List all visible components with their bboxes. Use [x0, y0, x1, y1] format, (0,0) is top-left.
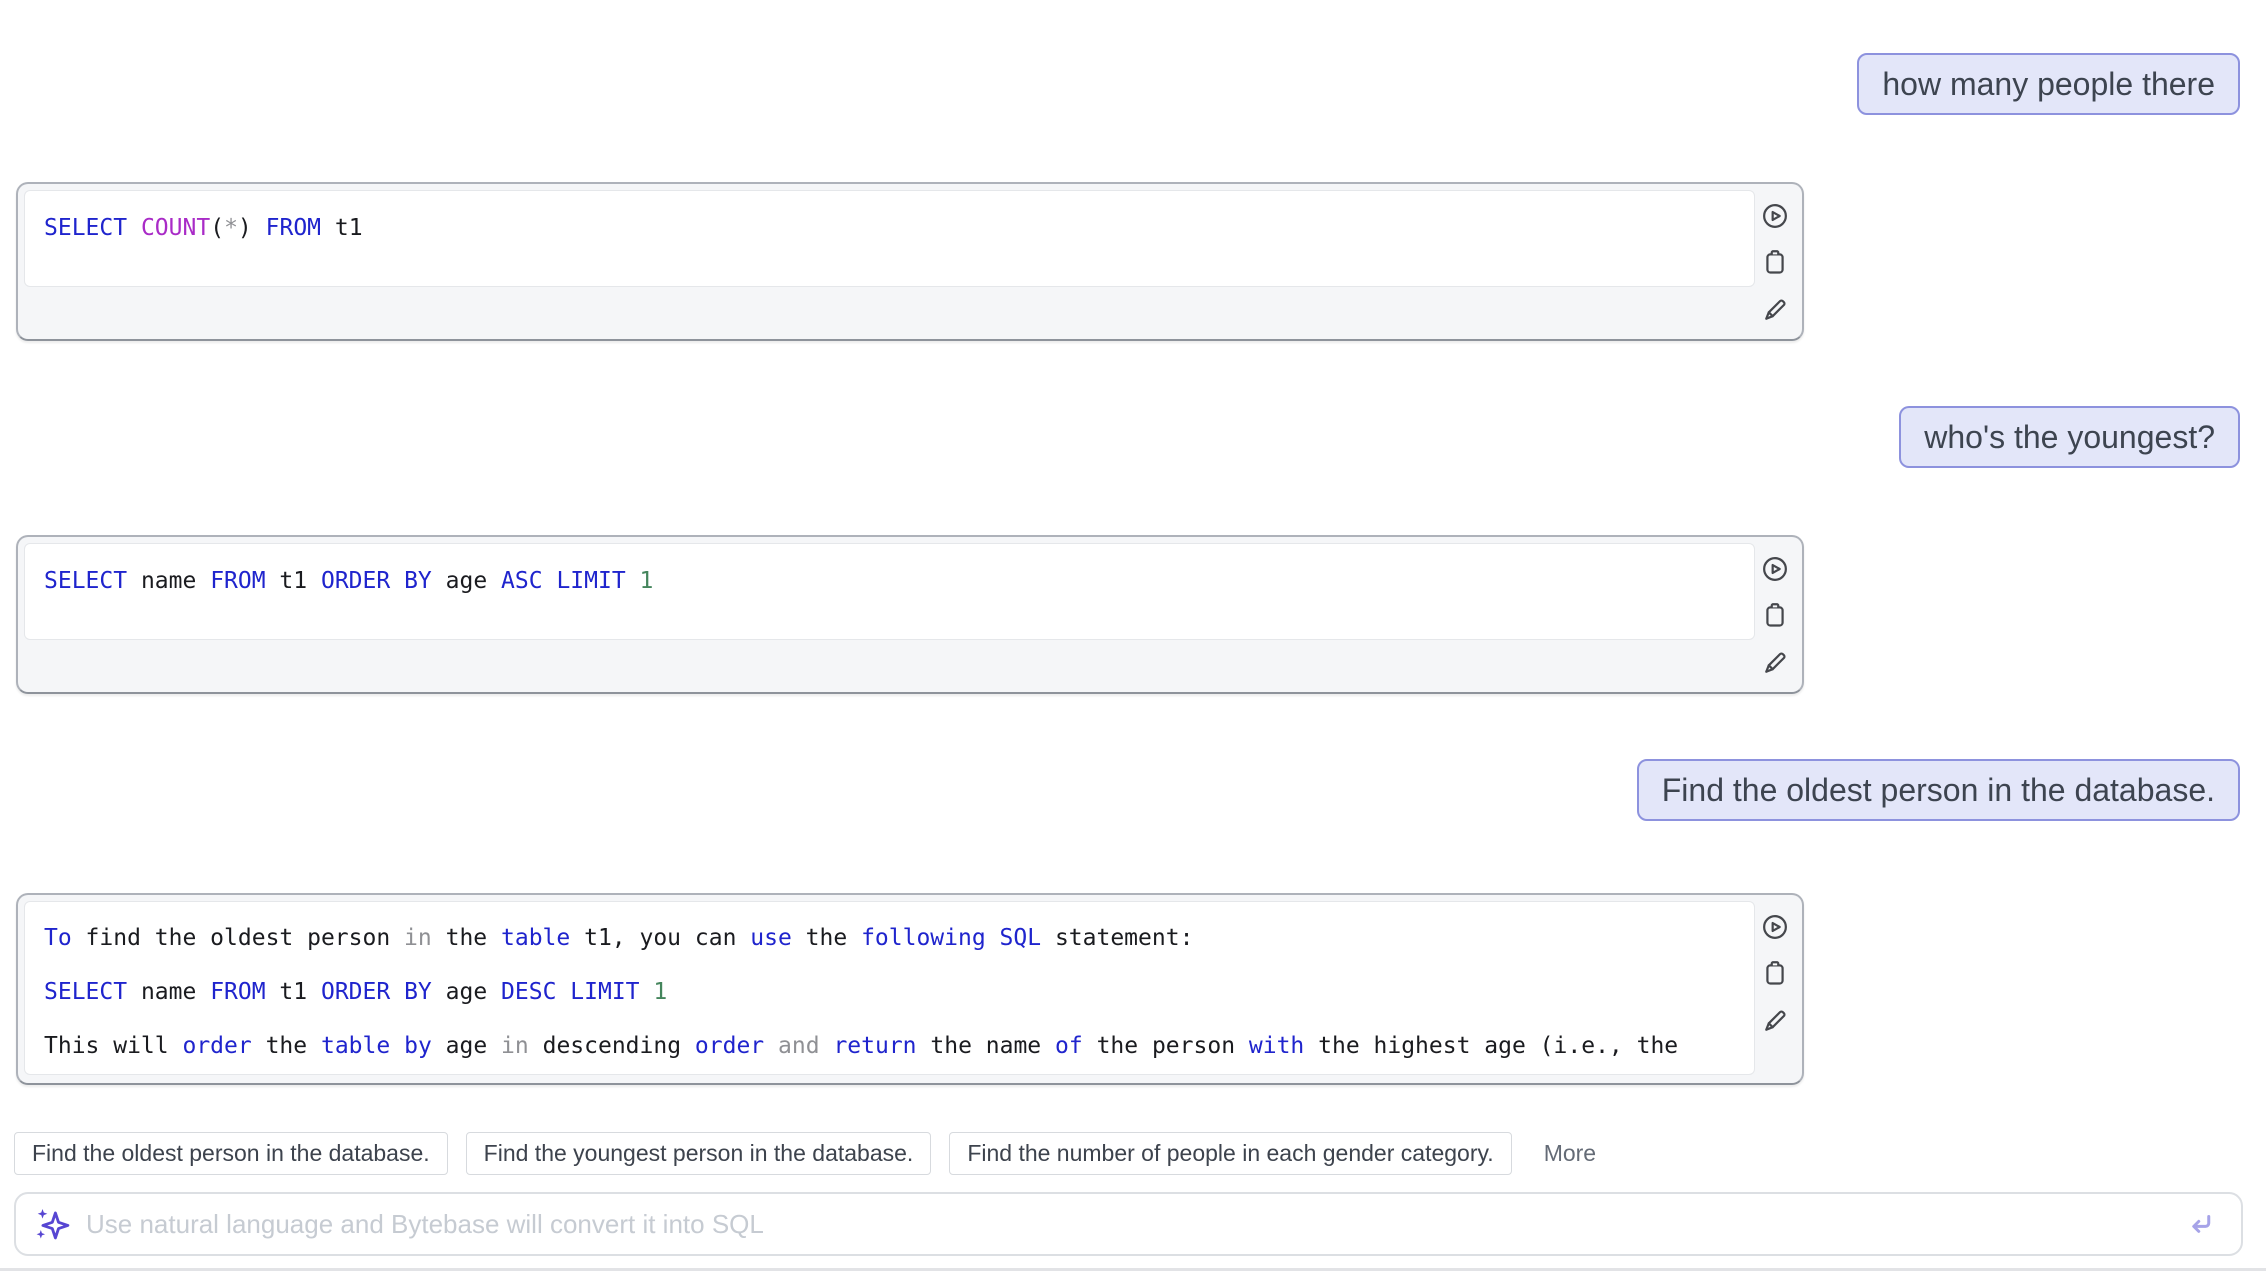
edit-sql-button[interactable] [1761, 649, 1789, 677]
user-message-bubble: Find the oldest person in the database. [1637, 759, 2240, 821]
clipboard-icon [1761, 248, 1789, 276]
sql-code-area[interactable]: SELECT COUNT(*) FROM t1 [24, 190, 1755, 287]
sql-code-area[interactable]: SELECT name FROM t1 ORDER BY age ASC LIM… [24, 543, 1755, 640]
nl2sql-composer [14, 1192, 2243, 1256]
sql-line: SELECT name FROM t1 ORDER BY age ASC LIM… [44, 561, 1735, 601]
play-icon [1761, 555, 1789, 583]
suggestion-chip-gender-count[interactable]: Find the number of people in each gender… [949, 1132, 1511, 1175]
copy-sql-button[interactable] [1761, 248, 1789, 276]
user-message-row: how many people there [0, 53, 2240, 115]
sql-response-card: To find the oldest person in the table t… [16, 893, 1804, 1085]
user-message-row: who's the youngest? [0, 406, 2240, 468]
suggestion-chip-youngest[interactable]: Find the youngest person in the database… [466, 1132, 932, 1175]
edit-sql-button[interactable] [1761, 296, 1789, 324]
sparkle-ai-icon [36, 1207, 70, 1241]
user-message-bubble: who's the youngest? [1899, 406, 2240, 468]
run-query-button[interactable] [1761, 202, 1789, 230]
card-action-column [1758, 895, 1792, 1083]
sql-line: To find the oldest person in the table t… [44, 911, 1735, 965]
natural-language-input[interactable] [84, 1208, 2185, 1241]
run-query-button[interactable] [1761, 913, 1789, 941]
pencil-icon [1761, 649, 1789, 677]
play-icon [1761, 202, 1789, 230]
suggestion-chip-row: Find the oldest person in the database. … [14, 1132, 1604, 1175]
sql-code-area[interactable]: To find the oldest person in the table t… [24, 901, 1755, 1075]
copy-sql-button[interactable] [1761, 959, 1789, 987]
card-action-column [1758, 184, 1792, 339]
clipboard-icon [1761, 601, 1789, 629]
submit-button[interactable] [2185, 1209, 2215, 1239]
play-icon [1761, 913, 1789, 941]
user-message-row: Find the oldest person in the database. [0, 759, 2240, 821]
bottom-divider [0, 1268, 2266, 1271]
sql-line: SELECT name FROM t1 ORDER BY age DESC LI… [44, 965, 1735, 1019]
sql-response-card: SELECT COUNT(*) FROM t1 [16, 182, 1804, 341]
sql-line: SELECT COUNT(*) FROM t1 [44, 208, 1735, 248]
edit-sql-button[interactable] [1761, 1007, 1789, 1035]
run-query-button[interactable] [1761, 555, 1789, 583]
sql-line: This will order the table by age in desc… [44, 1019, 1735, 1073]
enter-return-icon [2185, 1209, 2215, 1239]
pencil-icon [1761, 1007, 1789, 1035]
card-action-column [1758, 537, 1792, 692]
sql-chat-panel: how many people there SELECT COUNT(*) FR… [0, 0, 2266, 1274]
more-suggestions-button[interactable]: More [1536, 1132, 1604, 1175]
suggestion-chip-oldest[interactable]: Find the oldest person in the database. [14, 1132, 448, 1175]
user-message-bubble: how many people there [1857, 53, 2240, 115]
clipboard-icon [1761, 959, 1789, 987]
copy-sql-button[interactable] [1761, 601, 1789, 629]
pencil-icon [1761, 296, 1789, 324]
sql-response-card: SELECT name FROM t1 ORDER BY age ASC LIM… [16, 535, 1804, 694]
